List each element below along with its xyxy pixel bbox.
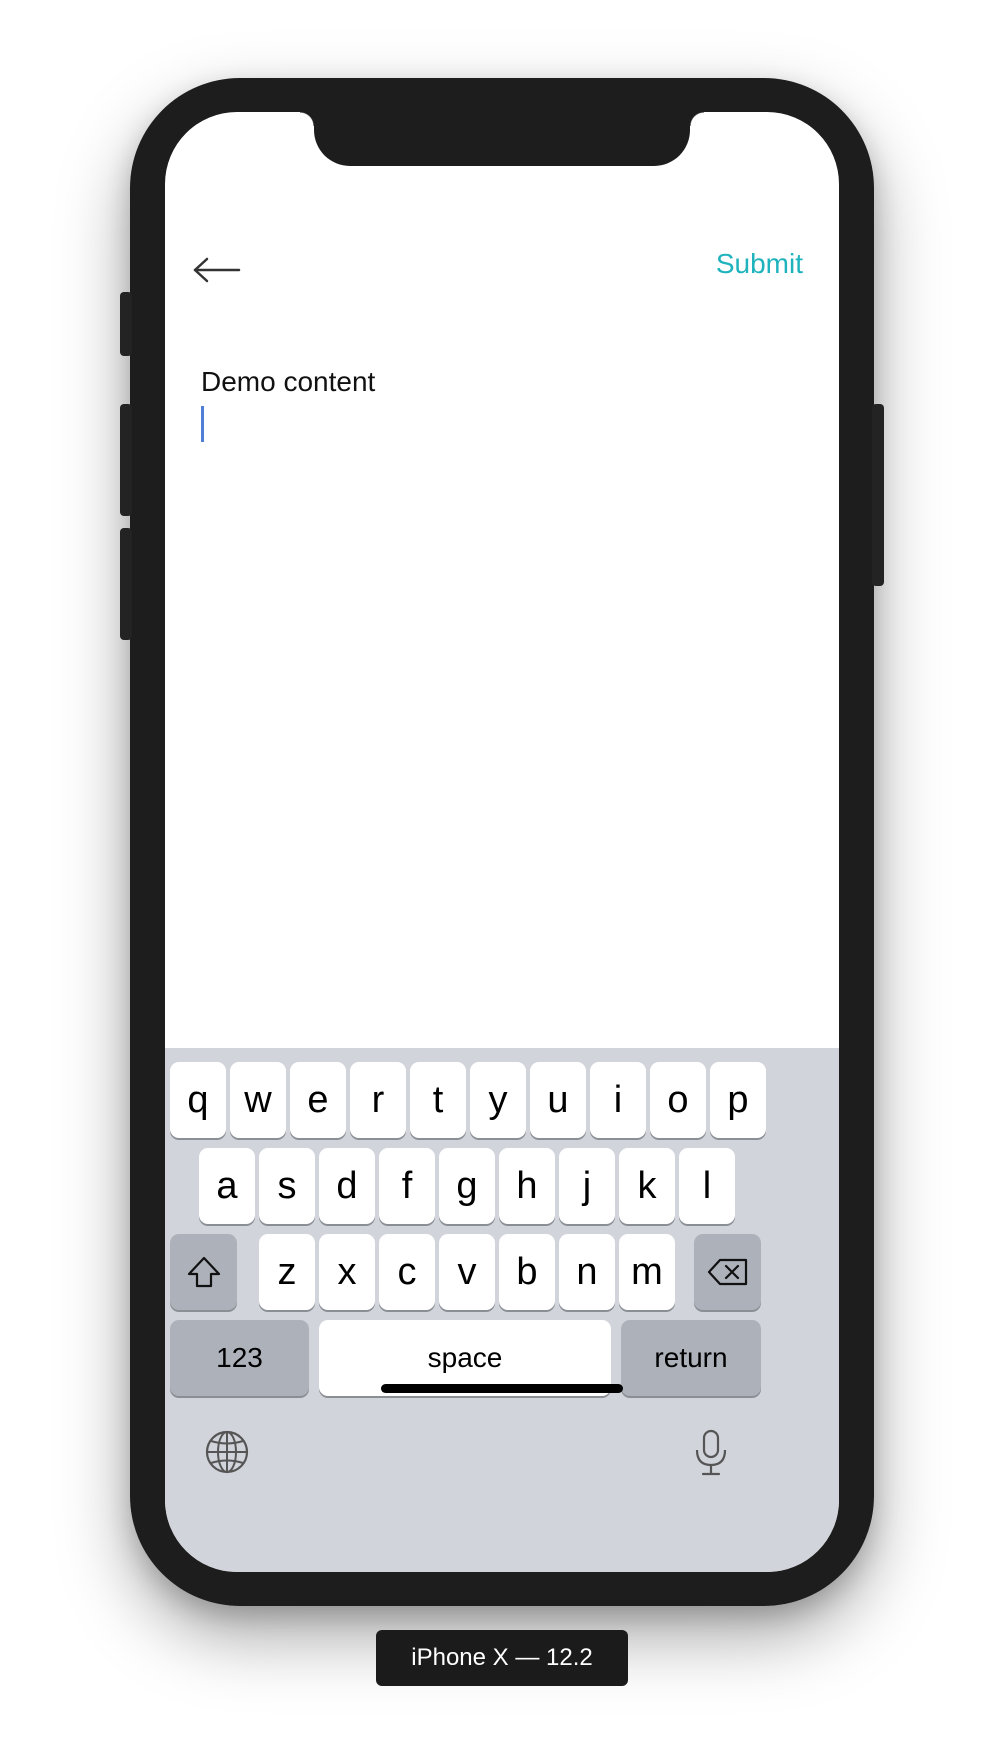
globe-icon <box>205 1430 249 1474</box>
key-j[interactable]: j <box>559 1148 615 1224</box>
shift-key[interactable] <box>170 1234 237 1310</box>
arrow-left-icon <box>193 257 241 283</box>
return-key[interactable]: return <box>621 1320 761 1396</box>
volume-up-button <box>120 404 132 516</box>
key-s[interactable]: s <box>259 1148 315 1224</box>
key-b[interactable]: b <box>499 1234 555 1310</box>
key-h[interactable]: h <box>499 1148 555 1224</box>
key-y[interactable]: y <box>470 1062 526 1138</box>
numbers-key[interactable]: 123 <box>170 1320 309 1396</box>
key-l[interactable]: l <box>679 1148 735 1224</box>
delete-key[interactable] <box>694 1234 761 1310</box>
key-n[interactable]: n <box>559 1234 615 1310</box>
key-a[interactable]: a <box>199 1148 255 1224</box>
shift-icon <box>187 1256 220 1288</box>
key-t[interactable]: t <box>410 1062 466 1138</box>
device-label: iPhone X — 12.2 <box>376 1630 628 1686</box>
phone-screen: Submit Demo content q w e r t y u i o p … <box>165 112 839 1572</box>
home-indicator[interactable] <box>381 1384 623 1393</box>
key-v[interactable]: v <box>439 1234 495 1310</box>
globe-button[interactable] <box>203 1428 251 1476</box>
backspace-icon <box>707 1258 747 1286</box>
text-caret <box>201 406 204 442</box>
key-d[interactable]: d <box>319 1148 375 1224</box>
submit-button[interactable]: Submit <box>716 244 803 284</box>
key-f[interactable]: f <box>379 1148 435 1224</box>
microphone-icon <box>695 1429 727 1476</box>
key-o[interactable]: o <box>650 1062 706 1138</box>
volume-down-button <box>120 528 132 640</box>
key-r[interactable]: r <box>350 1062 406 1138</box>
key-m[interactable]: m <box>619 1234 675 1310</box>
notch <box>300 112 704 166</box>
key-p[interactable]: p <box>710 1062 766 1138</box>
key-w[interactable]: w <box>230 1062 286 1138</box>
key-e[interactable]: e <box>290 1062 346 1138</box>
key-g[interactable]: g <box>439 1148 495 1224</box>
key-q[interactable]: q <box>170 1062 226 1138</box>
mute-switch <box>120 292 132 356</box>
key-x[interactable]: x <box>319 1234 375 1310</box>
power-button <box>872 404 884 586</box>
keyboard: q w e r t y u i o p a s d f g h j k l z … <box>165 1048 839 1572</box>
microphone-button[interactable] <box>691 1428 731 1478</box>
key-c[interactable]: c <box>379 1234 435 1310</box>
key-u[interactable]: u <box>530 1062 586 1138</box>
content-editor[interactable]: Demo content <box>201 364 801 964</box>
key-k[interactable]: k <box>619 1148 675 1224</box>
editor-text: Demo content <box>201 366 376 397</box>
back-button[interactable] <box>187 250 245 290</box>
key-z[interactable]: z <box>259 1234 315 1310</box>
key-i[interactable]: i <box>590 1062 646 1138</box>
